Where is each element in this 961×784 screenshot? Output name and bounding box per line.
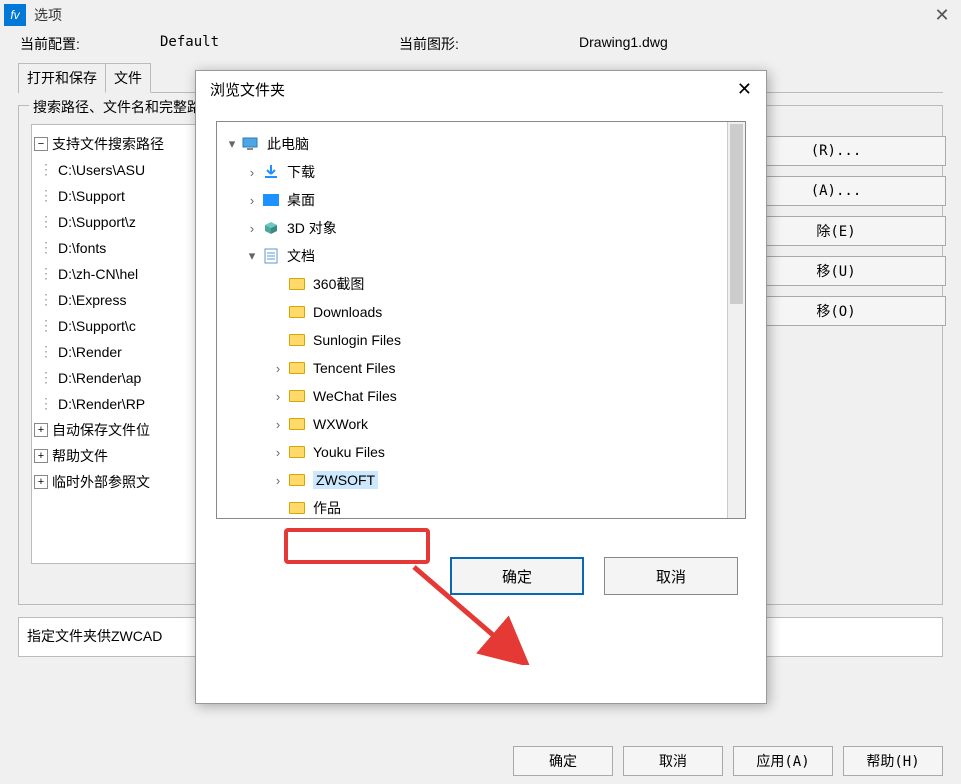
folder-icon: [287, 331, 307, 349]
app-icon: fv: [4, 4, 26, 26]
tree-item-3d-objects[interactable]: › 3D 对象: [217, 214, 727, 242]
folder-label: 此电脑: [267, 134, 309, 154]
config-row: 当前配置: Default 当前图形: Drawing1.dwg: [0, 30, 961, 54]
folder-label: 3D 对象: [287, 218, 337, 238]
browse-folder-dialog: 浏览文件夹 ✕ ▾ 此电脑 › 下载 › 桌面 › 3D 对象: [195, 70, 767, 704]
chevron-right-icon[interactable]: ›: [269, 473, 287, 488]
tree-item-folder[interactable]: › WeChat Files: [217, 382, 727, 410]
folder-label: 作品: [313, 498, 341, 518]
tree-item-this-pc[interactable]: ▾ 此电脑: [217, 130, 727, 158]
dialog-cancel-button[interactable]: 取消: [604, 557, 738, 595]
folder-icon: [287, 387, 307, 405]
tree-node-label[interactable]: 自动保存文件位: [52, 420, 150, 440]
tree-path-item[interactable]: D:\zh-CN\hel: [58, 266, 138, 282]
chevron-right-icon[interactable]: ›: [243, 193, 261, 208]
tree-item-folder[interactable]: › Sunlogin Files: [217, 326, 727, 354]
tree-path-item[interactable]: D:\Render: [58, 344, 122, 360]
chevron-right-icon[interactable]: ›: [243, 221, 261, 236]
tree-item-documents[interactable]: ▾ 文档: [217, 242, 727, 270]
current-config-value: Default: [160, 34, 219, 54]
tree-node-label[interactable]: 临时外部参照文: [52, 472, 150, 492]
tree-path-item[interactable]: C:\Users\ASU: [58, 162, 145, 178]
paths-group-title: 搜索路径、文件名和完整路径: [29, 97, 219, 117]
tree-item-zwsoft[interactable]: › ZWSOFT: [217, 466, 727, 494]
folder-tree-container: ▾ 此电脑 › 下载 › 桌面 › 3D 对象 ▾: [216, 121, 746, 519]
folder-label: Youku Files: [313, 444, 385, 460]
tree-path-item[interactable]: D:\Render\ap: [58, 370, 141, 386]
window-title: 选项: [34, 5, 927, 25]
tree-path-item[interactable]: D:\Express: [58, 292, 126, 308]
current-drawing-value: Drawing1.dwg: [579, 34, 668, 54]
folder-icon: [287, 415, 307, 433]
folder-label: WXWork: [313, 416, 368, 432]
tree-path-item[interactable]: D:\Support: [58, 188, 125, 204]
download-icon: [261, 163, 281, 181]
tree-path-item[interactable]: D:\fonts: [58, 240, 106, 256]
tree-item-folder[interactable]: › 360截图: [217, 270, 727, 298]
tree-expand-icon[interactable]: +: [34, 475, 48, 489]
tree-item-downloads[interactable]: › 下载: [217, 158, 727, 186]
folder-label: 文档: [287, 246, 315, 266]
chevron-right-icon[interactable]: ›: [269, 361, 287, 376]
dialog-title-bar: 浏览文件夹 ✕: [196, 71, 766, 107]
tree-path-item[interactable]: D:\Render\RP: [58, 396, 145, 412]
tree-item-folder[interactable]: › Tencent Files: [217, 354, 727, 382]
current-drawing-label: 当前图形:: [399, 34, 579, 54]
tree-item-desktop[interactable]: › 桌面: [217, 186, 727, 214]
close-icon[interactable]: ✕: [927, 5, 957, 26]
folder-icon: [287, 499, 307, 517]
document-icon: [261, 247, 281, 265]
chevron-right-icon[interactable]: ›: [269, 445, 287, 460]
tree-node-label[interactable]: 帮助文件: [52, 446, 108, 466]
tree-path-item[interactable]: D:\Support\z: [58, 214, 136, 230]
tree-expand-icon[interactable]: +: [34, 423, 48, 437]
folder-icon: [287, 443, 307, 461]
folder-label: 桌面: [287, 190, 315, 210]
folder-label: 下载: [287, 162, 315, 182]
dialog-title: 浏览文件夹: [210, 79, 737, 100]
dialog-buttons: 确定 取消: [196, 557, 738, 595]
desktop-icon: [261, 191, 281, 209]
help-button[interactable]: 帮助(H): [843, 746, 943, 776]
folder-label: Downloads: [313, 304, 382, 320]
tree-collapse-icon[interactable]: −: [34, 137, 48, 151]
tree-item-folder[interactable]: › Youku Files: [217, 438, 727, 466]
tree-item-folder[interactable]: › 作品: [217, 494, 727, 518]
tree-item-folder[interactable]: › WXWork: [217, 410, 727, 438]
computer-icon: [241, 135, 261, 153]
folder-icon: [287, 471, 307, 489]
ok-button[interactable]: 确定: [513, 746, 613, 776]
folder-label: 360截图: [313, 274, 364, 294]
folder-tree[interactable]: ▾ 此电脑 › 下载 › 桌面 › 3D 对象 ▾: [217, 122, 727, 518]
folder-label-selected: ZWSOFT: [313, 471, 378, 489]
tree-path-item[interactable]: D:\Support\c: [58, 318, 136, 334]
chevron-down-icon[interactable]: ▾: [223, 136, 241, 152]
scrollbar-thumb[interactable]: [730, 124, 743, 304]
chevron-right-icon[interactable]: ›: [243, 165, 261, 180]
apply-button[interactable]: 应用(A): [733, 746, 833, 776]
chevron-down-icon[interactable]: ▾: [243, 248, 261, 264]
folder-icon: [287, 303, 307, 321]
cancel-button[interactable]: 取消: [623, 746, 723, 776]
tab-files[interactable]: 文件: [105, 63, 151, 93]
title-bar: fv 选项 ✕: [0, 0, 961, 30]
dialog-close-icon[interactable]: ✕: [737, 79, 752, 100]
chevron-right-icon[interactable]: ›: [269, 389, 287, 404]
folder-label: Sunlogin Files: [313, 332, 401, 348]
tree-root-label[interactable]: 支持文件搜索路径: [52, 134, 164, 154]
folder-tree-scrollbar[interactable]: [727, 122, 745, 518]
description-text: 指定文件夹供ZWCAD: [27, 628, 162, 644]
tree-expand-icon[interactable]: +: [34, 449, 48, 463]
tab-open-save[interactable]: 打开和保存: [18, 63, 106, 93]
folder-icon: [287, 275, 307, 293]
dialog-ok-button[interactable]: 确定: [450, 557, 584, 595]
chevron-right-icon[interactable]: ›: [269, 417, 287, 432]
cube-icon: [261, 219, 281, 237]
folder-icon: [287, 359, 307, 377]
tree-item-folder[interactable]: › Downloads: [217, 298, 727, 326]
current-config-label: 当前配置:: [20, 34, 160, 54]
folder-label: Tencent Files: [313, 360, 395, 376]
folder-label: WeChat Files: [313, 388, 397, 404]
bottom-buttons: 确定 取消 应用(A) 帮助(H): [513, 746, 943, 776]
